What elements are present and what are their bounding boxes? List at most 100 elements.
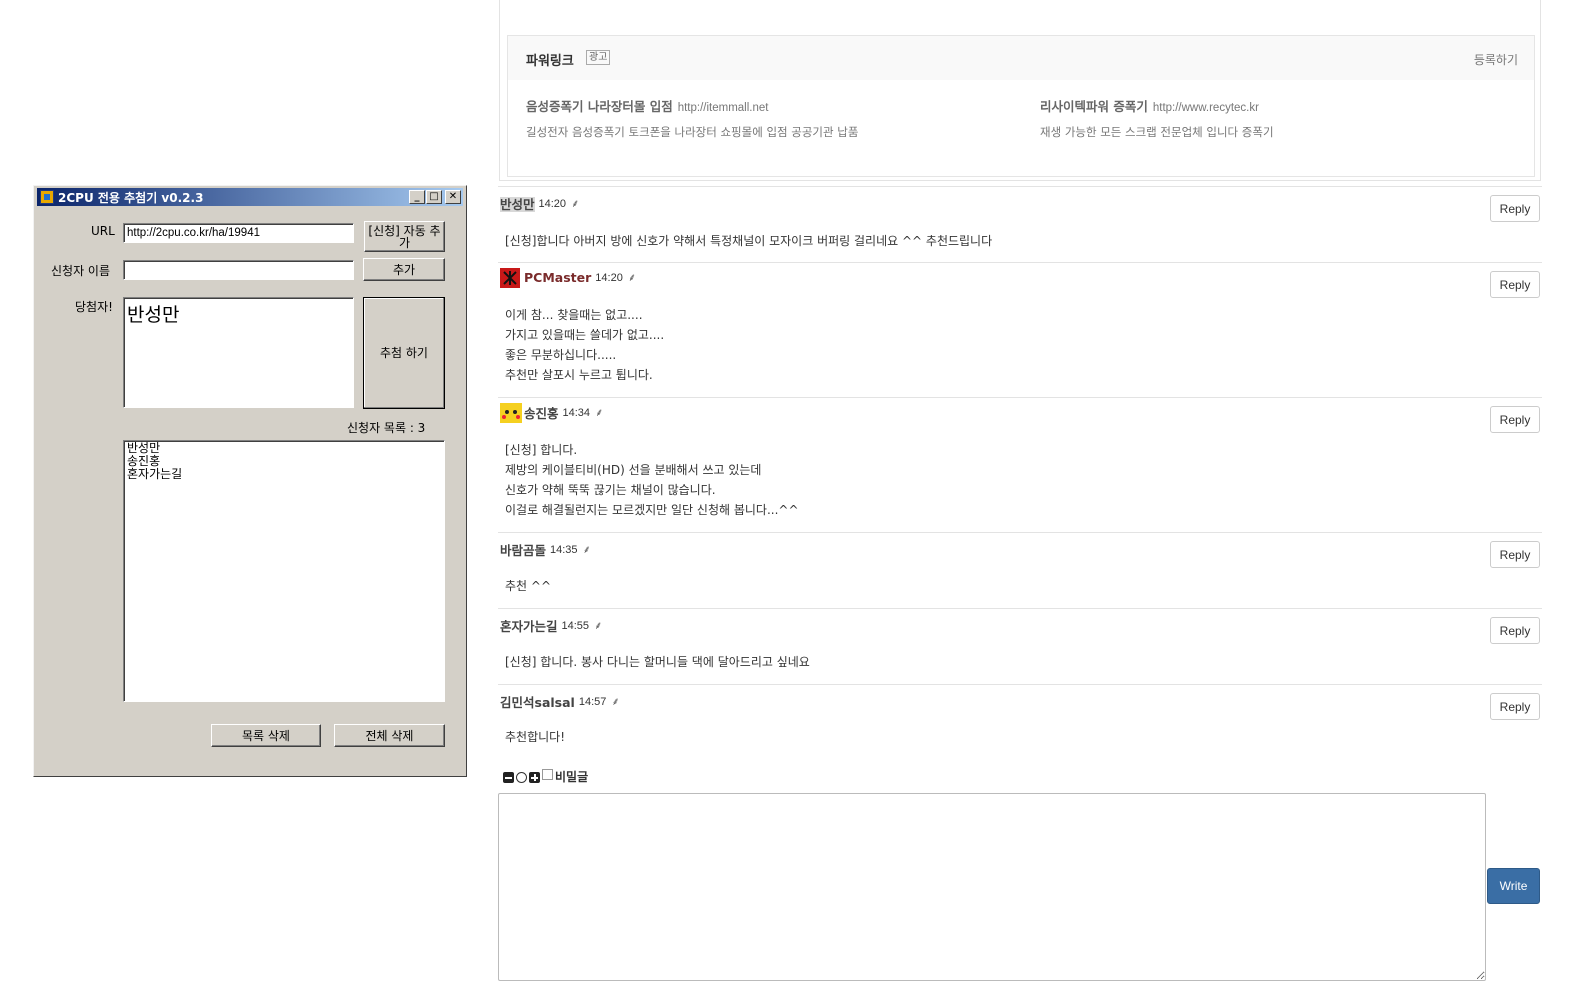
leaf-icon: ⸙ (611, 695, 620, 708)
write-button[interactable]: Write (1487, 868, 1540, 904)
reply-button[interactable]: Reply (1490, 617, 1540, 644)
ad-item[interactable]: 리사이텍파워 증폭기 http://www.recytec.kr 재생 가능한 모… (1040, 96, 1510, 140)
applicant-name-label: 신청자 이름 (51, 264, 111, 278)
winner-label: 당첨자! (75, 300, 113, 314)
comment-author[interactable]: 혼자가는길 (500, 619, 558, 634)
app-icon (40, 190, 54, 204)
comment-body: 이게 참... 찾을때는 없고.... 가지고 있을때는 쓸데가 없고.... … (505, 305, 664, 385)
comment-line: 이걸로 해결될런지는 모르겠지만 일단 신청해 봅니다...^^ (505, 503, 799, 517)
comment-item: 반성만 14:20 ⸙ Reply [신청]합니다 아버지 방에 신호가 약해서 … (498, 186, 1542, 263)
url-input[interactable] (123, 223, 354, 243)
comment-item: 바람곰돌 14:35 ⸙ Reply 추천 ^^ (498, 532, 1542, 609)
ad-badge: 광고 (586, 50, 611, 65)
winner-textbox[interactable]: 반성만 (123, 297, 354, 408)
comment-time: 14:55 (561, 619, 590, 632)
ad-description: 재생 가능한 모든 스크랩 전문업체 입니다 증폭기 (1040, 125, 1274, 139)
reply-button[interactable]: Reply (1490, 271, 1540, 298)
comment-author[interactable]: 바람곰돌 (500, 543, 546, 558)
web-page: 파워링크 광고 등록하기 음성증폭기 나라장터몰 입점 http://itemma… (498, 0, 1542, 993)
powerlink-header: 파워링크 광고 등록하기 (508, 36, 1534, 80)
applicant-count-label: 신청자 목록 : 3 (347, 421, 426, 435)
comment-time: 14:20 (538, 197, 567, 210)
comment-line: [신청] 합니다. (505, 443, 578, 457)
comment-author[interactable]: PCMaster (524, 270, 591, 285)
comment-header: PCMaster 14:20 ⸙ (500, 267, 637, 288)
secret-label: 비밀글 (555, 770, 589, 784)
comment-line: 신호가 약해 뚝뚝 끊기는 채널이 많습니다. (505, 483, 716, 497)
comment-line: [신청] 합니다. 봉사 다니는 할머니들 댁에 달아드리고 싶네요 (505, 655, 810, 669)
list-item[interactable]: 혼자가는길 (127, 468, 441, 481)
comment-body: 추천 ^^ (505, 576, 551, 596)
ad-title[interactable]: 리사이텍파워 증폭기 (1040, 99, 1148, 114)
ad-description: 길성전자 음성증폭기 토크폰을 나라장터 쇼핑몰에 입점 공공기관 납품 (526, 125, 859, 139)
expand-icon[interactable] (529, 772, 540, 783)
avatar (500, 402, 522, 423)
comment-line: 추천 ^^ (505, 579, 552, 593)
comment-header: 반성만 14:20 ⸙ (500, 193, 580, 212)
ad-frame: 파워링크 광고 등록하기 음성증폭기 나라장터몰 입점 http://itemma… (499, 0, 1541, 181)
url-label: URL (91, 224, 115, 238)
delete-item-button[interactable]: 목록 삭제 (211, 724, 321, 747)
auto-add-button[interactable]: [신청] 자동 추가 (364, 221, 445, 252)
comment-time: 14:35 (550, 543, 578, 556)
leaf-icon: ⸙ (571, 197, 580, 210)
comment-item: PCMaster 14:20 ⸙ Reply 이게 참... 찾을때는 없고...… (498, 262, 1542, 398)
comment-header: 송진홍 14:34 ⸙ (500, 402, 604, 423)
comment-body: [신청] 합니다. 제방의 케이블티비(HD) 선을 분배해서 쓰고 있는데 신… (505, 440, 799, 520)
ad-url[interactable]: http://www.recytec.kr (1153, 102, 1259, 114)
reply-button[interactable]: Reply (1490, 541, 1540, 568)
comment-line: 좋은 무분하십니다..... (505, 348, 617, 362)
comment-header: 김민석salsal 14:57 ⸙ (500, 691, 620, 710)
leaf-icon: ⸙ (595, 406, 604, 419)
ad-title[interactable]: 음성증폭기 나라장터몰 입점 (526, 99, 673, 114)
comment-line: [신청]합니다 아버지 방에 신호가 약해서 특정채널이 모자이크 버퍼링 걸리… (505, 234, 993, 248)
minimize-icon[interactable]: _ (409, 190, 425, 204)
comment-body: 추천합니다! (505, 727, 565, 747)
comment-line: 추천만 살포시 누르고 튑니다. (505, 368, 653, 382)
reply-button[interactable]: Reply (1490, 406, 1540, 433)
comment-line: 이게 참... 찾을때는 없고.... (505, 308, 643, 322)
leaf-icon: ⸙ (594, 619, 603, 632)
shrink-icon[interactable] (503, 772, 514, 783)
draw-button[interactable]: 추첨 하기 (363, 297, 445, 409)
close-icon[interactable]: ✕ (445, 190, 461, 204)
list-item[interactable]: 반성만 (127, 442, 441, 455)
powerlink-title: 파워링크 (526, 54, 574, 69)
comment-line: 추천합니다! (505, 730, 566, 744)
reply-button[interactable]: Reply (1490, 693, 1540, 720)
delete-all-button[interactable]: 전체 삭제 (334, 724, 445, 747)
reset-icon[interactable] (516, 772, 527, 783)
comment-author[interactable]: 김민석salsal (500, 695, 575, 710)
reply-button[interactable]: Reply (1490, 195, 1540, 222)
comment-item: 김민석salsal 14:57 ⸙ Reply 추천합니다! (498, 684, 1542, 765)
register-link[interactable]: 등록하기 (1474, 51, 1518, 68)
window-title: 2CPU 전용 추첨기 v0.2.3 (58, 191, 204, 205)
comment-time: 14:34 (562, 406, 591, 419)
comment-line: 제방의 케이블티비(HD) 선을 분배해서 쓰고 있는데 (505, 463, 762, 477)
comment-header: 바람곰돌 14:35 ⸙ (500, 539, 591, 558)
secret-checkbox[interactable] (542, 769, 553, 780)
comment-time: 14:57 (578, 695, 607, 708)
comment-body: [신청]합니다 아버지 방에 신호가 약해서 특정채널이 모자이크 버퍼링 걸리… (505, 231, 992, 251)
comment-item: 송진홍 14:34 ⸙ Reply [신청] 합니다. 제방의 케이블티비(HD)… (498, 397, 1542, 533)
comment-time: 14:20 (595, 271, 623, 284)
comment-item: 혼자가는길 14:55 ⸙ Reply [신청] 합니다. 봉사 다니는 할머니들… (498, 608, 1542, 685)
leaf-icon: ⸙ (627, 271, 637, 284)
applicant-name-input[interactable] (123, 260, 354, 280)
powerlink-box: 파워링크 광고 등록하기 음성증폭기 나라장터몰 입점 http://itemma… (507, 35, 1535, 177)
ad-url[interactable]: http://itemmall.net (678, 102, 769, 114)
comment-textarea[interactable] (498, 793, 1486, 981)
applicant-listbox[interactable]: 반성만 송진홍 혼자가는길 (123, 440, 445, 702)
comment-author[interactable]: 반성만 (500, 197, 535, 212)
comment-header: 혼자가는길 14:55 ⸙ (500, 615, 603, 634)
comment-body: [신청] 합니다. 봉사 다니는 할머니들 댁에 달아드리고 싶네요 (505, 652, 810, 672)
maximize-icon[interactable]: □ (426, 190, 442, 204)
leaf-icon: ⸙ (582, 543, 591, 556)
avatar (500, 267, 520, 288)
lottery-app-window: 2CPU 전용 추첨기 v0.2.3 _ □ ✕ URL [신청] 자동 추가 … (33, 185, 467, 777)
comment-form-tools: 비밀글 (503, 768, 588, 784)
ad-item[interactable]: 음성증폭기 나라장터몰 입점 http://itemmall.net 길성전자 음… (526, 96, 996, 140)
window-titlebar[interactable]: 2CPU 전용 추첨기 v0.2.3 _ □ ✕ (37, 188, 463, 206)
comment-author[interactable]: 송진홍 (524, 406, 559, 421)
add-button[interactable]: 추가 (363, 258, 445, 281)
